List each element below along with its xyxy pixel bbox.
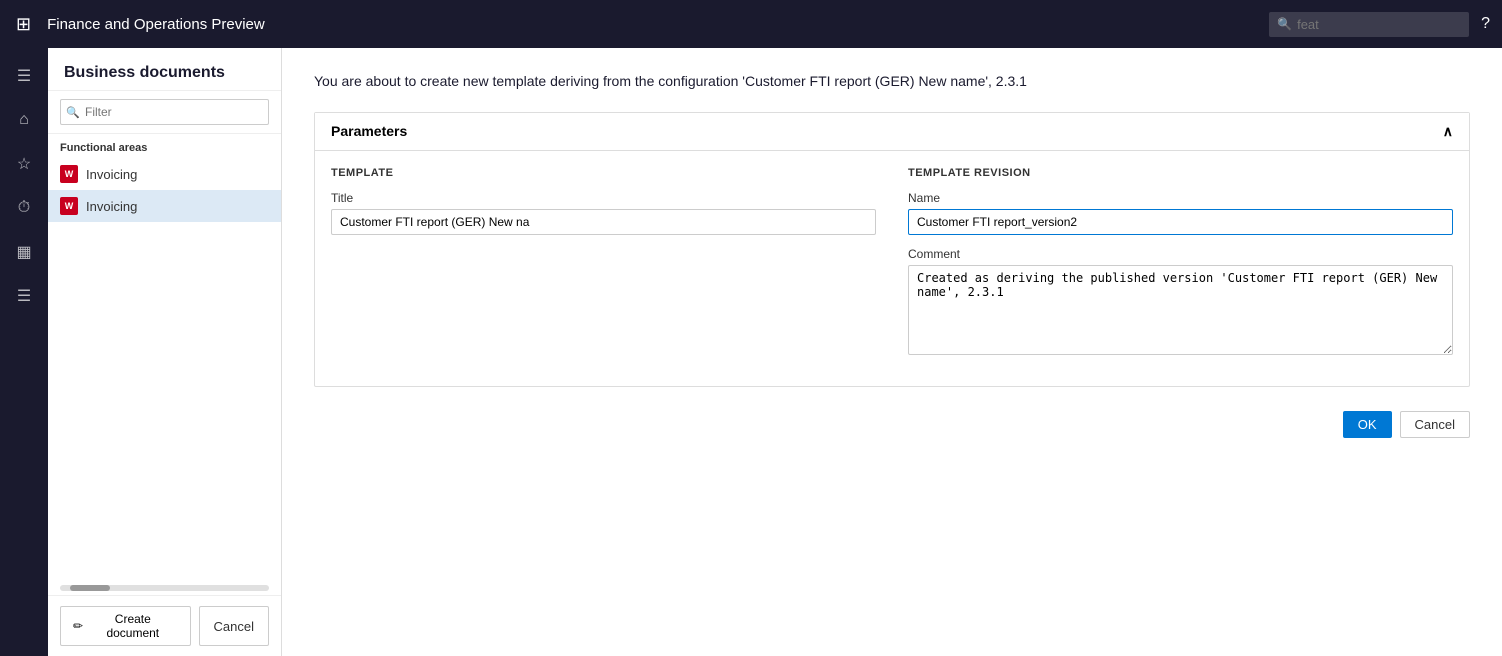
overlay: Business documents 🔍 Functional areas W …: [48, 48, 1502, 656]
scrollbar-thumb[interactable]: [70, 585, 110, 591]
content-area: 📄 Business document management Functiona…: [48, 48, 1502, 656]
top-bar: ⊞ Finance and Operations Preview 🔍 ?: [0, 0, 1502, 48]
ok-button[interactable]: OK: [1343, 411, 1392, 438]
sidebar: ☰ ⌂ ☆ ⏱ ▦ ☰: [0, 48, 48, 656]
sidebar-home-icon[interactable]: ⌂: [4, 100, 44, 140]
name-input[interactable]: [908, 209, 1453, 235]
top-bar-right: ?: [1481, 15, 1490, 33]
sidebar-favorites-icon[interactable]: ☆: [4, 144, 44, 184]
panel-section-label: Functional areas: [48, 134, 281, 158]
search-wrapper: 🔍: [1269, 12, 1469, 37]
params-section: Parameters TEMPLATE Title: [314, 112, 1470, 387]
title-input[interactable]: [331, 209, 876, 235]
panel-scrollbar[interactable]: [60, 585, 269, 591]
comment-field: Comment Created as deriving the publishe…: [908, 247, 1453, 358]
name-label: Name: [908, 191, 1453, 205]
panel-footer: ✏ Create document Cancel: [48, 595, 281, 656]
params-collapse-icon[interactable]: [1443, 123, 1453, 140]
waffle-icon[interactable]: ⊞: [12, 10, 35, 39]
sidebar-menu-icon[interactable]: ☰: [4, 56, 44, 96]
params-section-header: Parameters: [315, 113, 1469, 151]
sidebar-recent-icon[interactable]: ⏱: [4, 188, 44, 228]
panel-filter-input[interactable]: [60, 99, 269, 125]
panel-list: W Invoicing W Invoicing: [48, 158, 281, 581]
panel-list-item-invoicing-1[interactable]: W Invoicing: [48, 158, 281, 190]
main-layout: ☰ ⌂ ☆ ⏱ ▦ ☰ 📄 Business document manageme…: [0, 48, 1502, 656]
params-notice: You are about to create new template der…: [314, 72, 1470, 92]
panel-list-item-invoicing-2[interactable]: W Invoicing: [48, 190, 281, 222]
help-icon[interactable]: ?: [1481, 15, 1490, 33]
biz-docs-panel: Business documents 🔍 Functional areas W …: [48, 48, 282, 656]
biz-docs-cancel-button[interactable]: Cancel: [199, 606, 269, 646]
params-footer: OK Cancel: [314, 411, 1470, 438]
panel-filter-area: 🔍: [48, 91, 281, 134]
template-revision-col-label: TEMPLATE REVISION: [908, 167, 1453, 179]
create-document-button[interactable]: ✏ Create document: [60, 606, 191, 646]
params-section-title: Parameters: [331, 123, 407, 139]
params-panel: You are about to create new template der…: [282, 48, 1502, 656]
name-field: Name: [908, 191, 1453, 235]
template-col-label: TEMPLATE: [331, 167, 876, 179]
template-col: TEMPLATE Title: [331, 167, 876, 370]
title-field: Title: [331, 191, 876, 235]
sidebar-list-icon[interactable]: ☰: [4, 276, 44, 316]
invoicing-icon-2: W: [60, 197, 78, 215]
invoicing-label-1: Invoicing: [86, 167, 137, 182]
title-label: Title: [331, 191, 876, 205]
params-cancel-button[interactable]: Cancel: [1400, 411, 1470, 438]
panel-filter-wrapper: 🔍: [60, 99, 269, 125]
panel-filter-search-icon: 🔍: [66, 106, 80, 119]
comment-textarea[interactable]: Created as deriving the published versio…: [908, 265, 1453, 355]
pencil-icon: ✏: [73, 619, 83, 633]
top-search-input[interactable]: [1269, 12, 1469, 37]
app-title: Finance and Operations Preview: [47, 16, 1257, 33]
biz-docs-title: Business documents: [48, 48, 281, 91]
invoicing-label-2: Invoicing: [86, 199, 137, 214]
invoicing-icon-1: W: [60, 165, 78, 183]
params-body: TEMPLATE Title TEMPLATE REVISION Name: [315, 151, 1469, 386]
template-revision-col: TEMPLATE REVISION Name Comment Created a…: [908, 167, 1453, 370]
sidebar-workspaces-icon[interactable]: ▦: [4, 232, 44, 272]
comment-label: Comment: [908, 247, 1453, 261]
